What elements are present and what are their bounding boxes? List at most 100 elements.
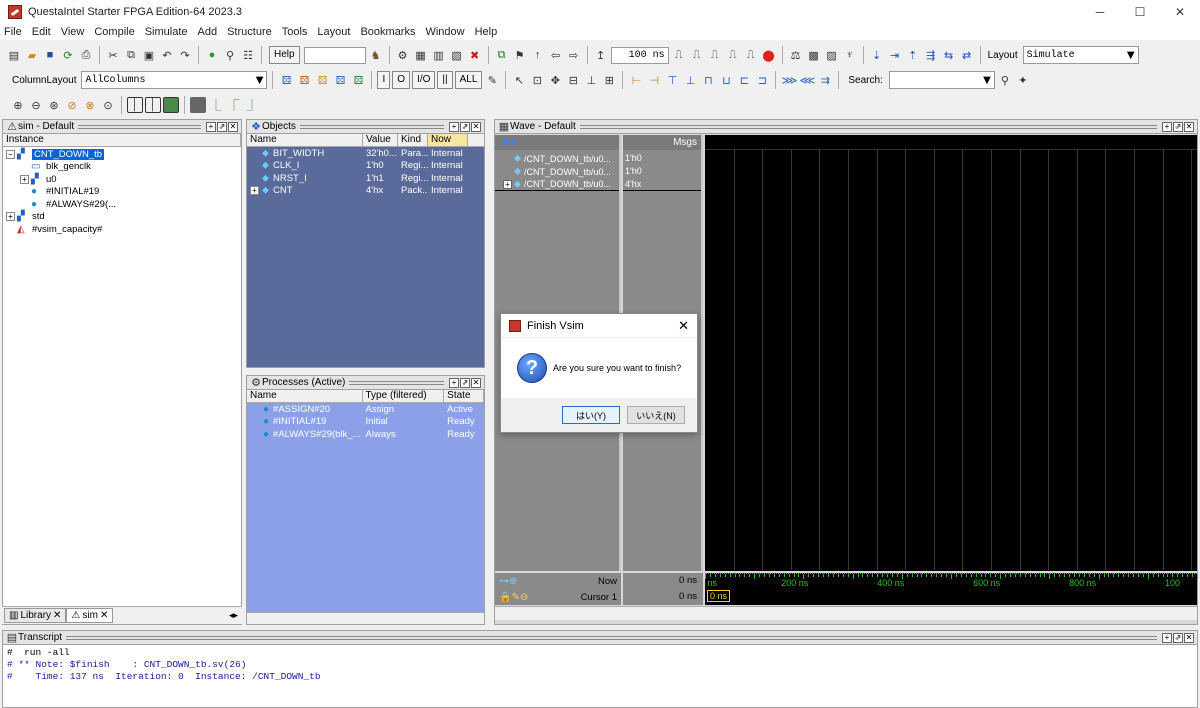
redo-icon[interactable]: ↷ (177, 47, 193, 63)
paste-icon[interactable]: ▣ (141, 47, 157, 63)
menu-edit[interactable]: Edit (32, 26, 51, 38)
processes-panel-add-button[interactable]: + (449, 377, 459, 388)
print-icon[interactable]: ⎙ (78, 47, 94, 63)
object-row[interactable]: + ⬥ CNT 4'hx Pack... Internal (247, 185, 484, 198)
minimize-button[interactable]: ─ (1080, 0, 1120, 24)
menu-bookmarks[interactable]: Bookmarks (360, 26, 415, 38)
sim-panel-undock-button[interactable]: ⇗ (217, 121, 227, 132)
pan-mode-icon[interactable]: ✥ (547, 72, 563, 88)
menu-compile[interactable]: Compile (94, 26, 134, 38)
assertions-icon[interactable]: ♆ (842, 47, 858, 63)
compile-icon[interactable]: ● (204, 47, 220, 63)
processes-col-name[interactable]: Name (247, 390, 363, 402)
cursor-falling-icon[interactable]: ⊤ (664, 72, 680, 88)
signal-add-icon[interactable]: │ (127, 97, 143, 113)
cursor-rising-icon[interactable]: ⊥ (682, 72, 698, 88)
menu-tools[interactable]: Tools (282, 26, 308, 38)
object-row[interactable]: ⬥ CLK_I 1'h0 Regi... Internal (247, 160, 484, 173)
wave-panel-undock-button[interactable]: ⇗ (1173, 121, 1183, 132)
wave-canvas[interactable] (705, 135, 1197, 571)
menu-window[interactable]: Window (425, 26, 464, 38)
select-pointer-icon[interactable]: ↖ (511, 72, 527, 88)
no-button[interactable]: いいえ(N) (627, 406, 685, 424)
find-next-icon[interactable]: ⋘ (799, 72, 816, 88)
undo-icon[interactable]: ↶ (159, 47, 175, 63)
zoom-last-icon[interactable]: ⊙ (100, 97, 116, 113)
wave-expander-icon[interactable] (503, 167, 512, 176)
transcript-add-button[interactable]: + (1162, 632, 1172, 643)
save-icon[interactable]: ■ (42, 47, 58, 63)
processes-hscrollbar[interactable] (247, 612, 484, 624)
tree-expander-icon[interactable] (20, 200, 29, 209)
cursor-next-edge-icon[interactable]: ⊣ (646, 72, 662, 88)
menu-help[interactable]: Help (475, 26, 498, 38)
objects-panel-undock-button[interactable]: ⇗ (460, 121, 470, 132)
tab-close-icon[interactable]: ✕ (100, 610, 108, 621)
zoom-in-icon[interactable]: ⊕ (10, 97, 26, 113)
new-file-icon[interactable]: ▤ (6, 47, 22, 63)
row-expander-icon[interactable]: + (250, 186, 259, 196)
find-options-icon[interactable]: ⇉ (817, 72, 833, 88)
step-icon[interactable]: ⎍ (725, 47, 741, 63)
open-folder-icon[interactable]: ▰ (24, 47, 40, 63)
filter-inout-button[interactable]: I/O (412, 71, 436, 89)
tab-sim[interactable]: ⚠ sim ✕ (66, 608, 114, 623)
processes-col-type[interactable]: Type (filtered) (363, 390, 445, 402)
tab-library[interactable]: ▥ Library ✕ (4, 608, 67, 623)
tab-close-icon[interactable]: ✕ (53, 610, 61, 621)
edge-mode-icon[interactable]: ⊥ (583, 72, 599, 88)
menu-view[interactable]: View (61, 26, 85, 38)
tree-item[interactable]: + ▞ u0 (3, 173, 241, 186)
tree-item[interactable]: ▭ blk_genclk (3, 161, 241, 174)
processes-col-state[interactable]: State (444, 390, 484, 402)
search-input[interactable] (888, 71, 995, 89)
break-icon[interactable]: ✖ (467, 47, 483, 63)
help-search-input[interactable] (303, 46, 366, 64)
wave-hscrollbar[interactable] (495, 606, 1197, 620)
objects-col-name[interactable]: Name (247, 134, 363, 146)
add-dataflow-icon[interactable]: ⚄ (332, 72, 348, 88)
process-row[interactable]: ● #ALWAYS#29(blk_... Always Ready (247, 428, 484, 441)
wave-expand-icon[interactable]: ⇶ (923, 47, 939, 63)
layout-select[interactable]: Simulate (1022, 46, 1139, 64)
process-row[interactable]: ● #ASSIGN#20 Assign Active (247, 403, 484, 416)
cut-icon[interactable]: ✂ (105, 47, 121, 63)
wave-tools-icon[interactable]: ❖▾ (501, 136, 516, 149)
stop-icon[interactable]: ⬤ (761, 47, 777, 63)
step-out-icon[interactable]: ⇥ (887, 47, 903, 63)
run-all-icon[interactable]: ⎍ (707, 47, 723, 63)
cursor-prev-edge-icon[interactable]: ⊢ (628, 72, 644, 88)
dialog-close-button[interactable]: ✕ (678, 318, 689, 334)
find-icon[interactable]: ⚲ (222, 47, 238, 63)
tree-expander-icon[interactable]: − (6, 149, 15, 159)
step-over-icon[interactable]: ⎍ (743, 47, 759, 63)
binoculars-icon[interactable]: ♞ (368, 47, 384, 63)
step-into-icon[interactable]: ⇣ (869, 47, 885, 63)
objects-col-value[interactable]: Value (363, 134, 398, 146)
copy-icon[interactable]: ⧉ (123, 47, 139, 63)
filter-input-button[interactable]: I (377, 71, 391, 89)
objects-panel-close-button[interactable]: ✕ (471, 121, 481, 132)
objects-col-now[interactable]: Now (428, 134, 468, 146)
signal-group-icon[interactable] (163, 97, 179, 113)
sim-column-instance[interactable]: Instance (3, 134, 241, 146)
zoom-range-icon[interactable]: ⊗ (82, 97, 98, 113)
yes-button[interactable]: はい(Y) (562, 406, 620, 424)
sim-panel-add-button[interactable]: + (206, 121, 216, 132)
menu-simulate[interactable]: Simulate (145, 26, 188, 38)
transcript-undock-button[interactable]: ⇗ (1173, 632, 1183, 643)
sim-icon[interactable]: ⚙ (395, 47, 411, 63)
zoom-cursor-icon[interactable]: ⊘ (64, 97, 80, 113)
zoom-window-icon[interactable]: ⧉ (494, 47, 510, 63)
tree-expander-icon[interactable]: + (6, 212, 15, 222)
wave-panel-add-button[interactable]: + (1162, 121, 1172, 132)
cursor-lock-icon[interactable]: 🔒✎⊖ (499, 592, 528, 603)
close-window-button[interactable]: ✕ (1160, 0, 1200, 24)
edge-rise-icon[interactable]: ⎿ (208, 97, 224, 113)
run-config-icon[interactable]: ▦ (413, 47, 429, 63)
restart-icon[interactable]: ↥ (593, 47, 609, 63)
tree-expander-icon[interactable] (6, 225, 15, 234)
bookmark-icon[interactable]: ⚑ (512, 47, 528, 63)
edit-mode-icon[interactable]: ⊟ (565, 72, 581, 88)
maximize-button[interactable]: ☐ (1120, 0, 1160, 24)
